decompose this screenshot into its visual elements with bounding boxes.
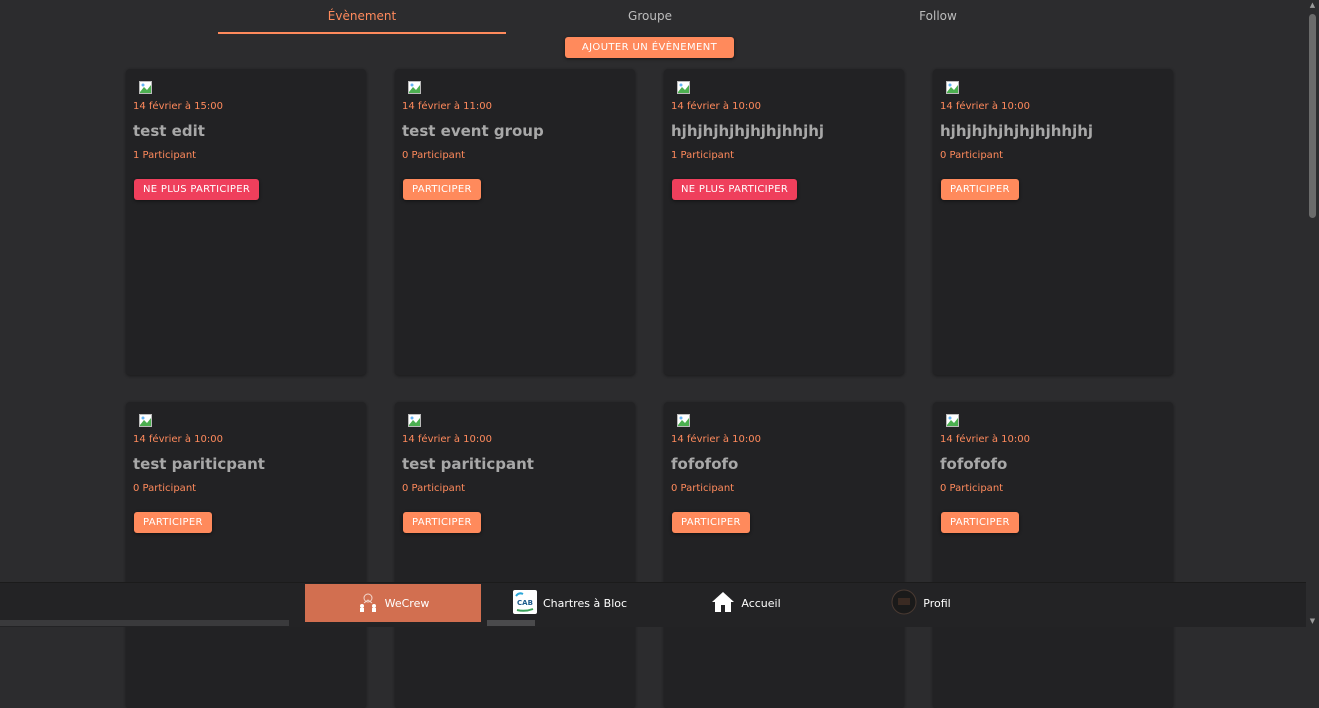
nav-label: WeCrew bbox=[384, 596, 430, 610]
nav-label: Profil bbox=[923, 596, 951, 610]
event-title: hjhjhjhjhjhjhjhhjhj bbox=[940, 122, 1094, 140]
event-card[interactable]: 14 février à 10:00 test pariticpant 0 Part… bbox=[395, 402, 635, 708]
participant-count: 1 Participant bbox=[133, 150, 197, 161]
event-card[interactable]: 14 février à 10:00 fofofofo 0 Participant P… bbox=[933, 402, 1173, 708]
avatar-icon bbox=[891, 589, 917, 618]
event-card[interactable]: 14 février à 10:00 fofofofo 0 Participant P… bbox=[664, 402, 904, 708]
nav-item-accueil[interactable]: Accueil bbox=[706, 584, 786, 622]
event-title: hjhjhjhjhjhjhjhhjhj bbox=[671, 122, 825, 140]
nav-label: Chartres à Bloc bbox=[542, 596, 628, 610]
broken-image-icon bbox=[946, 412, 959, 427]
bottom-strip bbox=[487, 620, 535, 626]
participant-count: 0 Participant bbox=[133, 483, 197, 494]
event-card[interactable]: 14 février à 11:00 test event group 0 Part… bbox=[395, 69, 635, 375]
participant-count: 0 Participant bbox=[402, 483, 466, 494]
event-title: fofofofo bbox=[671, 455, 739, 473]
bottom-strip bbox=[0, 620, 289, 626]
participant-count: 0 Participant bbox=[402, 150, 466, 161]
broken-image-icon bbox=[139, 79, 152, 94]
broken-image-icon bbox=[677, 412, 690, 427]
event-title: test event group bbox=[402, 122, 544, 140]
svg-text:CAB: CAB bbox=[517, 599, 533, 607]
participant-count: 0 Participant bbox=[940, 150, 1004, 161]
add-event-button[interactable]: AJOUTER UN ÉVÈNEMENT bbox=[565, 37, 734, 58]
broken-image-icon bbox=[408, 412, 421, 427]
nav-label: Accueil bbox=[741, 596, 781, 610]
event-card[interactable]: 14 février à 10:00 test pariticpant 0 Part… bbox=[126, 402, 366, 708]
scroll-up-arrow-icon[interactable]: ▲ bbox=[1309, 2, 1316, 9]
broken-image-icon bbox=[408, 79, 421, 94]
tab-evenement[interactable]: Évènement bbox=[218, 0, 506, 34]
top-tabs: Évènement Groupe Follow bbox=[0, 0, 1306, 34]
nav-item-wecrew[interactable]: WeCrew bbox=[305, 584, 481, 622]
event-date: 14 février à 10:00 bbox=[402, 434, 492, 445]
event-card[interactable]: 14 février à 10:00 hjhjhjhjhjhjhjhhjhj 1 P… bbox=[664, 69, 904, 375]
event-card[interactable]: 14 février à 10:00 hjhjhjhjhjhjhjhhjhj 0 P… bbox=[933, 69, 1173, 375]
broken-image-icon bbox=[139, 412, 152, 427]
broken-image-icon bbox=[946, 79, 959, 94]
participant-count: 1 Participant bbox=[671, 150, 735, 161]
scroll-down-arrow-icon[interactable]: ▼ bbox=[1309, 618, 1316, 625]
event-date: 14 février à 10:00 bbox=[940, 101, 1030, 112]
home-icon bbox=[711, 591, 735, 616]
event-date: 14 février à 11:00 bbox=[402, 101, 492, 112]
wecrew-logo-icon bbox=[357, 591, 379, 616]
nav-item-chartres-a-bloc[interactable]: CAB Chartres à Bloc bbox=[505, 584, 635, 622]
event-date: 14 février à 10:00 bbox=[940, 434, 1030, 445]
event-card[interactable]: 14 février à 15:00 test edit 1 Participant… bbox=[126, 69, 366, 375]
leave-event-button[interactable]: NE PLUS PARTICIPER bbox=[134, 179, 260, 200]
event-date: 14 février à 15:00 bbox=[133, 101, 223, 112]
leave-event-button[interactable]: NE PLUS PARTICIPER bbox=[672, 179, 798, 200]
event-title: test pariticpant bbox=[133, 455, 265, 473]
tab-follow[interactable]: Follow bbox=[794, 0, 1082, 32]
cab-logo-icon: CAB bbox=[512, 589, 537, 617]
broken-image-icon bbox=[677, 79, 690, 94]
join-event-button[interactable]: PARTICIPER bbox=[672, 512, 750, 533]
event-date: 14 février à 10:00 bbox=[133, 434, 223, 445]
event-title: fofofofo bbox=[940, 455, 1008, 473]
event-date: 14 février à 10:00 bbox=[671, 101, 761, 112]
join-event-button[interactable]: PARTICIPER bbox=[403, 512, 481, 533]
join-event-button[interactable]: PARTICIPER bbox=[403, 179, 481, 200]
event-date: 14 février à 10:00 bbox=[671, 434, 761, 445]
participant-count: 0 Participant bbox=[671, 483, 735, 494]
join-event-button[interactable]: PARTICIPER bbox=[941, 512, 1019, 533]
event-title: test pariticpant bbox=[402, 455, 534, 473]
nav-item-profil[interactable]: Profil bbox=[886, 584, 956, 622]
join-event-button[interactable]: PARTICIPER bbox=[134, 512, 212, 533]
participant-count: 0 Participant bbox=[940, 483, 1004, 494]
scroll-thumb[interactable] bbox=[1309, 14, 1316, 218]
join-event-button[interactable]: PARTICIPER bbox=[941, 179, 1019, 200]
scrollbar[interactable]: ▲ ▼ bbox=[1306, 0, 1319, 626]
tab-groupe[interactable]: Groupe bbox=[506, 0, 794, 32]
event-title: test edit bbox=[133, 122, 205, 140]
